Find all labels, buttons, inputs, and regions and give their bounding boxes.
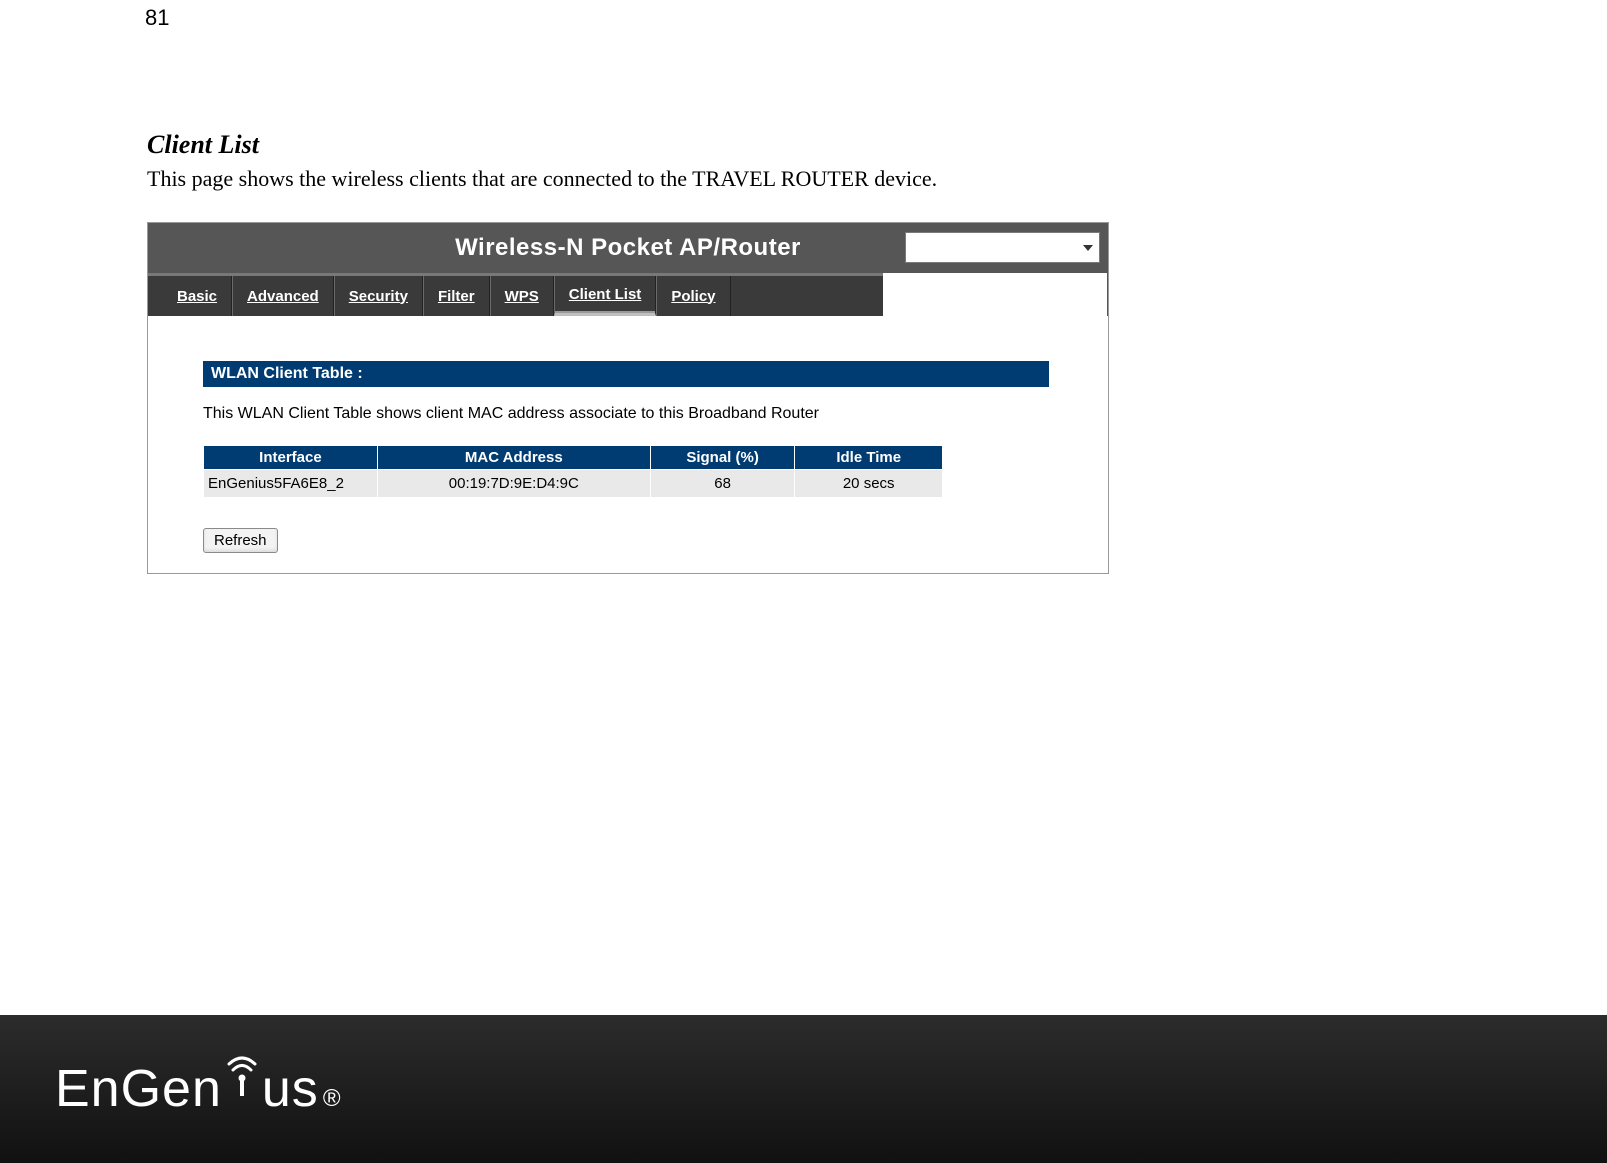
brand-logo: EnGen us® — [55, 1059, 342, 1119]
router-tabbar: Basic Advanced Security Filter WPS Clien… — [148, 273, 883, 316]
tab-wps[interactable]: WPS — [490, 276, 554, 316]
refresh-button[interactable]: Refresh — [203, 528, 278, 553]
router-panel: WLAN Client Table : This WLAN Client Tab… — [148, 316, 1108, 573]
tab-security[interactable]: Security — [334, 276, 423, 316]
page-footer: EnGen us® — [0, 1015, 1607, 1163]
table-header-row: Interface MAC Address Signal (%) Idle Ti… — [204, 446, 943, 470]
cell-idle: 20 secs — [795, 470, 943, 498]
page-number: 81 — [145, 5, 169, 31]
col-signal: Signal (%) — [650, 446, 795, 470]
client-table: Interface MAC Address Signal (%) Idle Ti… — [203, 445, 943, 498]
tab-basic[interactable]: Basic — [163, 276, 232, 316]
cell-mac: 00:19:7D:9E:D4:9C — [377, 470, 650, 498]
mode-select[interactable]: AP Router Mode — [905, 232, 1100, 263]
tab-filter[interactable]: Filter — [423, 276, 490, 316]
section-title: Client List — [147, 130, 1247, 160]
col-interface: Interface — [204, 446, 378, 470]
chevron-down-icon — [1083, 245, 1093, 251]
col-mac: MAC Address — [377, 446, 650, 470]
table-description: This WLAN Client Table shows client MAC … — [203, 405, 1108, 423]
cell-signal: 68 — [650, 470, 795, 498]
table-row: EnGenius5FA6E8_2 00:19:7D:9E:D4:9C 68 20… — [204, 470, 943, 498]
router-screenshot: Wireless-N Pocket AP/Router AP Router Mo… — [147, 222, 1109, 574]
tab-client-list[interactable]: Client List — [554, 276, 657, 316]
router-titlebar: Wireless-N Pocket AP/Router AP Router Mo… — [148, 223, 1108, 273]
mode-select-value: AP Router Mode — [912, 239, 1023, 256]
tab-policy[interactable]: Policy — [656, 276, 730, 316]
cell-interface: EnGenius5FA6E8_2 — [204, 470, 378, 498]
section-description: This page shows the wireless clients tha… — [147, 166, 1247, 192]
panel-heading: WLAN Client Table : — [203, 361, 1049, 387]
content-block: Client List This page shows the wireless… — [147, 130, 1247, 574]
tab-advanced[interactable]: Advanced — [232, 276, 334, 316]
wifi-icon — [222, 1052, 262, 1098]
registered-icon: ® — [323, 1085, 342, 1113]
col-idle: Idle Time — [795, 446, 943, 470]
